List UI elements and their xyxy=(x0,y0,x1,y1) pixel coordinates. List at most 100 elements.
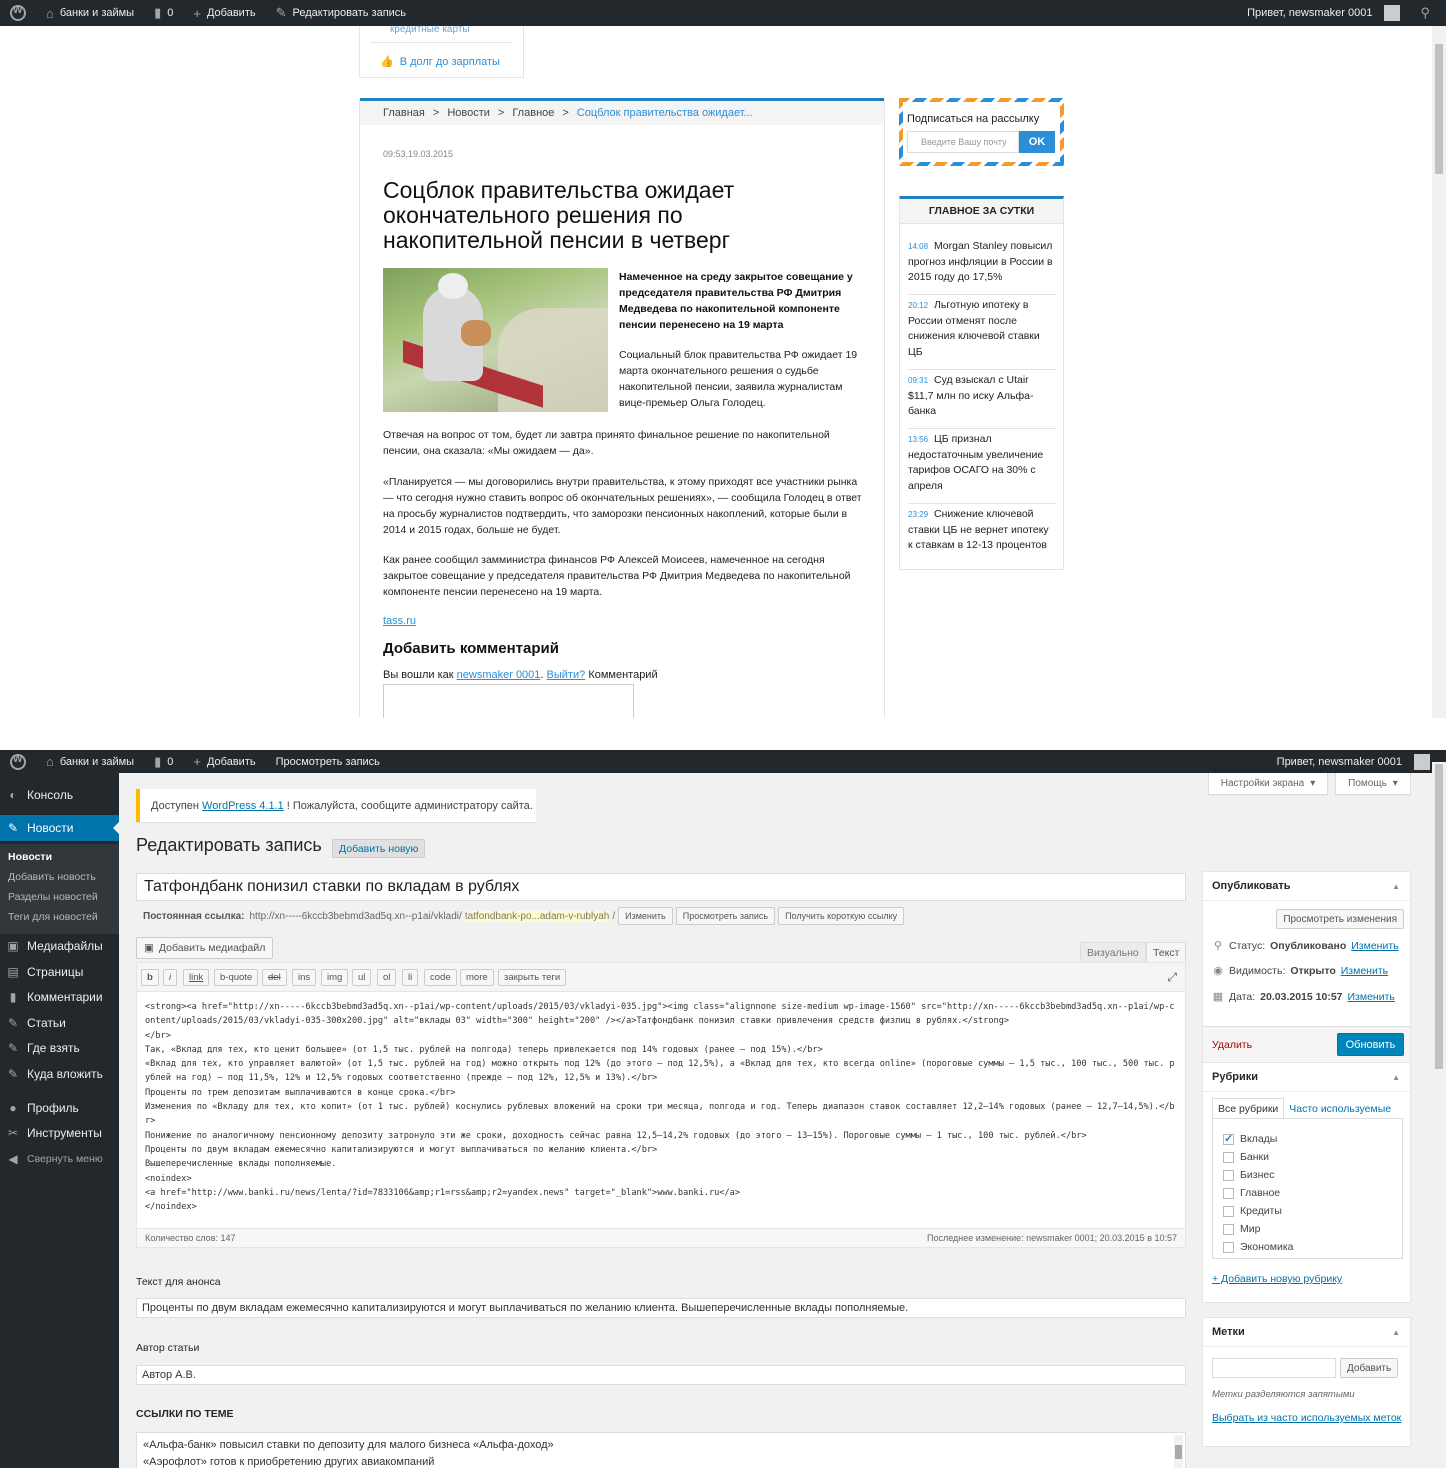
add-category-link[interactable]: + Добавить новую рубрику xyxy=(1212,1273,1342,1285)
source-link[interactable]: tass.ru xyxy=(383,615,416,627)
admin-scrollbar[interactable] xyxy=(1432,762,1446,1468)
menu-profile[interactable]: ● Профиль xyxy=(0,1095,119,1121)
checkbox[interactable] xyxy=(1223,1169,1234,1181)
qt-ol[interactable]: ol xyxy=(377,969,397,986)
wp-logo-menu[interactable] xyxy=(0,750,36,773)
list-item[interactable]: 14:08 Morgan Stanley повысил прогноз инфл… xyxy=(908,239,1056,286)
menu-pages[interactable]: ▤ Страницы xyxy=(0,959,119,985)
category-checkbox[interactable]: Кредиты xyxy=(1223,1205,1282,1217)
add-tag-button[interactable]: Добавить xyxy=(1340,1358,1399,1378)
category-checkbox[interactable]: Вклады xyxy=(1223,1132,1277,1145)
qt-ul[interactable]: ul xyxy=(352,969,372,986)
scrollbar-thumb[interactable] xyxy=(1435,44,1443,174)
subscribe-button[interactable]: OK xyxy=(1019,131,1055,153)
excerpt-input[interactable]: Проценты по двум вкладам ежемесячно капи… xyxy=(136,1298,1186,1318)
subscribe-email-input[interactable]: Введите Вашу почту xyxy=(907,131,1019,153)
edit-date-link[interactable]: Изменить xyxy=(1348,991,1395,1003)
menu-dashboard[interactable]: ◐ Консоль xyxy=(0,782,119,808)
site-name-link[interactable]: ⌂ банки и займы xyxy=(36,0,144,26)
menu-media[interactable]: ▣ Медиафайлы xyxy=(0,933,119,959)
menu-articles[interactable]: ✎ Статьи xyxy=(0,1010,119,1036)
checkbox[interactable] xyxy=(1223,1151,1234,1163)
new-content-link[interactable]: + Добавить xyxy=(183,750,265,773)
comments-link[interactable]: ▮ 0 xyxy=(144,0,183,26)
category-checkbox[interactable]: Главное xyxy=(1223,1187,1280,1199)
menu-collapse[interactable]: ◀ Свернуть меню xyxy=(0,1146,119,1172)
qt-li[interactable]: li xyxy=(402,969,419,986)
list-item[interactable]: 09:31 Суд взыскал с Utair $11,7 млн по ис… xyxy=(908,373,1056,420)
menu-tools[interactable]: ✂ Инструменты xyxy=(0,1120,119,1146)
toggle-icon[interactable]: ▲ xyxy=(1392,1073,1400,1082)
publish-box-header[interactable]: Опубликовать ▲ xyxy=(1203,872,1410,901)
new-content-link[interactable]: + Добавить xyxy=(183,0,265,26)
edit-status-link[interactable]: Изменить xyxy=(1351,940,1398,952)
edit-post-link[interactable]: ✎ Редактировать запись xyxy=(266,0,416,26)
tags-box-header[interactable]: Метки ▲ xyxy=(1203,1318,1410,1347)
qt-del[interactable]: del xyxy=(262,969,287,986)
toggle-icon[interactable]: ▲ xyxy=(1392,882,1400,891)
qt-blockquote[interactable]: b-quote xyxy=(214,969,259,986)
author-input[interactable]: Автор А.В. xyxy=(136,1365,1186,1385)
menu-where-to-get[interactable]: ✎ Где взять xyxy=(0,1035,119,1061)
list-item[interactable]: 20:12 Льготную ипотеку в России отменят п… xyxy=(908,298,1056,360)
breadcrumb-home[interactable]: Главная xyxy=(383,107,425,119)
submenu-sections[interactable]: Разделы новостей xyxy=(8,891,98,903)
help-button[interactable]: Помощь ▾ xyxy=(1335,773,1411,795)
fullscreen-icon[interactable]: ⤢ xyxy=(1167,970,1177,985)
category-checkbox[interactable]: Мир xyxy=(1223,1223,1260,1235)
update-button[interactable]: Обновить xyxy=(1337,1033,1404,1056)
qt-link[interactable]: link xyxy=(183,969,210,986)
category-checkbox[interactable]: Банки xyxy=(1223,1151,1269,1163)
comment-textarea[interactable] xyxy=(383,684,634,718)
menu-news[interactable]: ✎ Новости xyxy=(0,815,119,841)
comments-link[interactable]: ▮ 0 xyxy=(144,750,183,773)
categories-box-header[interactable]: Рубрики ▲ xyxy=(1203,1063,1410,1092)
post-title-input[interactable]: Татфондбанк понизил ставки по вкладам в … xyxy=(136,873,1186,901)
checkbox[interactable] xyxy=(1223,1223,1234,1235)
qt-close-tags[interactable]: закрыть теги xyxy=(498,969,567,986)
choose-tags-link[interactable]: Выбрать из часто используемых меток xyxy=(1212,1412,1401,1424)
new-tag-input[interactable] xyxy=(1212,1358,1336,1378)
wordpress-update-link[interactable]: WordPress 4.1.1 xyxy=(202,800,284,812)
toggle-icon[interactable]: ▲ xyxy=(1392,1328,1400,1337)
get-shortlink-button[interactable]: Получить короткую ссылку xyxy=(778,907,905,925)
qt-ins[interactable]: ins xyxy=(292,969,317,986)
qt-italic[interactable]: i xyxy=(163,969,178,986)
wp-logo-menu[interactable] xyxy=(0,0,36,26)
tab-text[interactable]: Текст xyxy=(1146,942,1187,963)
tab-popular-categories[interactable]: Часто используемые xyxy=(1284,1098,1396,1119)
permalink-slug[interactable]: tatfondbank-po...adam-v-rublyah xyxy=(464,910,610,922)
add-media-button[interactable]: ▣ Добавить медиафайл xyxy=(136,937,274,959)
breadcrumb-main[interactable]: Главное xyxy=(512,107,554,119)
scrollbar-thumb[interactable] xyxy=(1435,764,1443,1069)
menu-comments[interactable]: ▮ Комментарии xyxy=(0,984,119,1010)
my-account-link[interactable]: Привет, newsmaker 0001 xyxy=(1237,0,1410,26)
checkbox[interactable] xyxy=(1223,1205,1234,1217)
view-post-button[interactable]: Просмотреть запись xyxy=(675,907,776,925)
profile-link[interactable]: newsmaker 0001 xyxy=(457,669,541,681)
page-scrollbar[interactable] xyxy=(1432,26,1446,718)
tab-visual[interactable]: Визуально xyxy=(1080,942,1146,963)
breadcrumb-news[interactable]: Новости xyxy=(447,107,490,119)
logout-link[interactable]: Выйти? xyxy=(547,669,586,681)
submenu-tags[interactable]: Теги для новостей xyxy=(8,911,98,923)
qt-bold[interactable]: b xyxy=(141,969,159,986)
edit-permalink-button[interactable]: Изменить xyxy=(618,907,673,925)
list-item[interactable]: 13:56 ЦБ признал недостаточным увеличение… xyxy=(908,432,1056,494)
related-links-textarea[interactable]: «Альфа-банк» повысил ставки по депозиту … xyxy=(136,1432,1186,1468)
qt-code[interactable]: code xyxy=(424,969,457,986)
content-textarea[interactable]: <strong><a href="http://xn-----6kccb3beb… xyxy=(145,1000,1175,1214)
site-name-link[interactable]: ⌂ банки и займы xyxy=(36,750,144,773)
menu-where-to-invest[interactable]: ✎ Куда вложить xyxy=(0,1061,119,1087)
delete-link[interactable]: Удалить xyxy=(1212,1039,1252,1051)
my-account-link[interactable]: Привет, newsmaker 0001 xyxy=(1267,750,1446,773)
category-checkbox[interactable]: Бизнес xyxy=(1223,1169,1274,1181)
category-checkbox[interactable]: Экономика xyxy=(1223,1241,1293,1253)
edit-visibility-link[interactable]: Изменить xyxy=(1341,965,1388,977)
checkbox[interactable] xyxy=(1223,1187,1234,1199)
submenu-add-news[interactable]: Добавить новость xyxy=(8,871,96,883)
preview-changes-button[interactable]: Просмотреть изменения xyxy=(1276,909,1404,929)
menu-item-payday[interactable]: 👍 В долг до зарплаты xyxy=(380,55,500,69)
qt-img[interactable]: img xyxy=(321,969,349,986)
checkbox[interactable] xyxy=(1223,1132,1234,1145)
